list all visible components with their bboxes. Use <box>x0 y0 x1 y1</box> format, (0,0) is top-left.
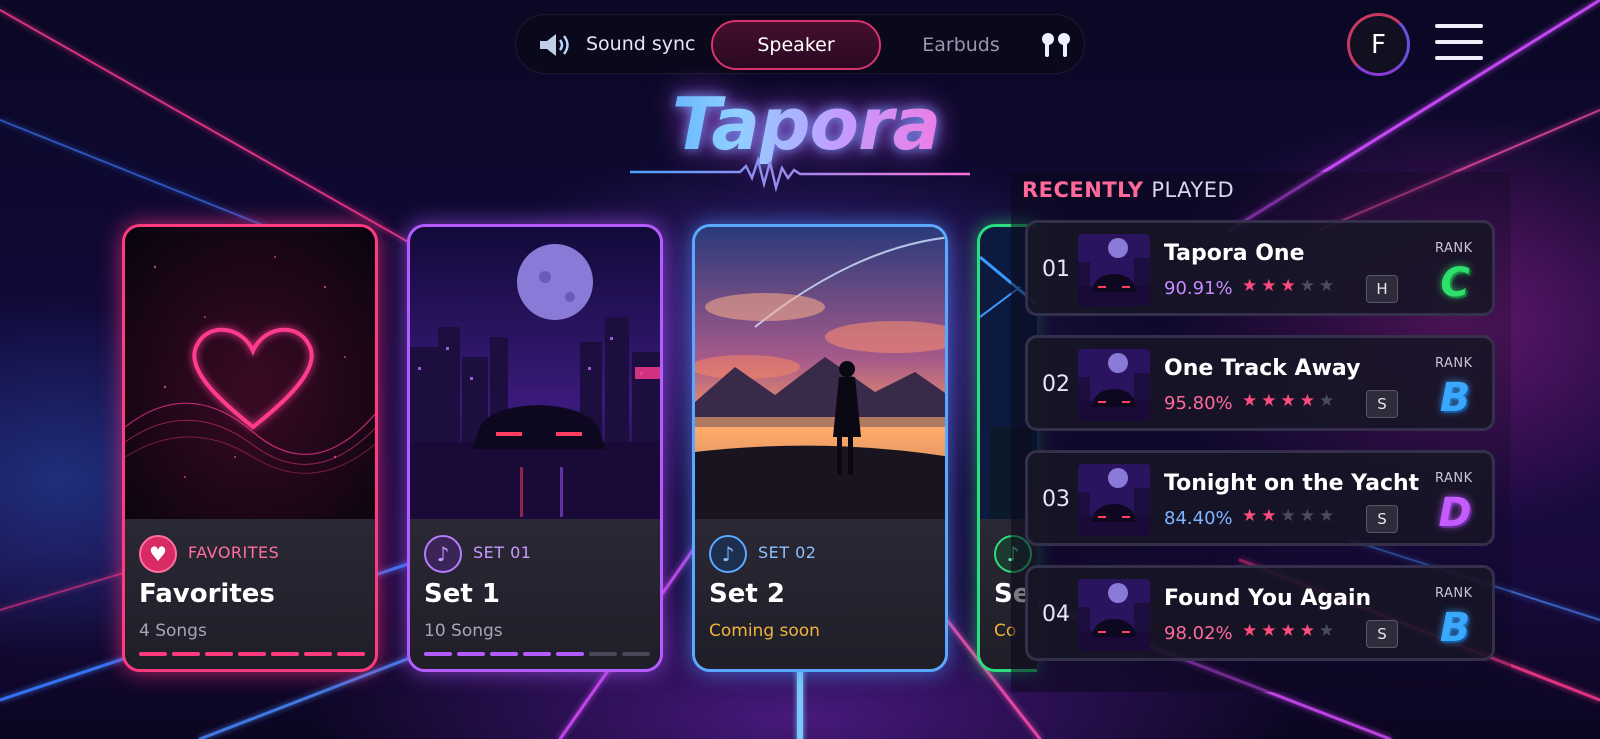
progress-bar <box>139 652 365 656</box>
rank-grade: B <box>1439 375 1471 421</box>
favorites-card[interactable]: ♥ FAVORITES Favorites 4 Songs <box>122 224 378 672</box>
star-icon: ★ <box>1261 391 1281 411</box>
card-coming-soon: Coming soon <box>709 621 820 641</box>
rank-grade: D <box>1438 490 1472 536</box>
difficulty-badge: S <box>1366 620 1398 648</box>
star-icon: ★ <box>1299 391 1319 411</box>
star-icon: ★ <box>1280 621 1300 641</box>
audio-output-toggle: Sound sync Speaker Earbuds <box>515 14 1085 74</box>
star-rating: ★★★★★ <box>1242 391 1338 411</box>
card-tag: SET 02 <box>758 543 817 562</box>
profile-avatar[interactable]: F <box>1347 13 1410 76</box>
rank-label: RANK <box>1435 356 1473 371</box>
hamburger-menu-icon[interactable] <box>1435 24 1483 64</box>
set2-card-art <box>695 227 945 519</box>
song-title: Tonight on the Yacht <box>1164 471 1420 496</box>
star-icon: ★ <box>1299 506 1319 526</box>
earbuds-icon <box>1042 33 1070 57</box>
heart-icon: ♥ <box>139 535 177 573</box>
speaker-icon[interactable] <box>538 32 572 58</box>
rank-grade: C <box>1440 260 1470 306</box>
favorites-card-art <box>125 227 375 519</box>
rank-label: RANK <box>1435 586 1473 601</box>
recent-song-row[interactable]: 01 Tapora One 90.91% ★★★★★ H RANK C <box>1025 220 1495 316</box>
star-rating: ★★★★★ <box>1242 621 1338 641</box>
song-accuracy: 95.80% <box>1164 393 1233 414</box>
difficulty-badge: S <box>1366 505 1398 533</box>
song-thumbnail <box>1078 464 1150 536</box>
app-logo: Tapora <box>610 82 990 194</box>
progress-bar <box>424 652 650 656</box>
recent-song-row[interactable]: 03 Tonight on the Yacht 84.40% ★★★★★ S RANK D <box>1025 450 1495 546</box>
card-tag: SET 01 <box>473 543 532 562</box>
music-note-icon: ♪ <box>709 535 747 573</box>
earbuds-option[interactable]: Earbuds <box>896 20 1026 70</box>
star-rating: ★★★★★ <box>1242 276 1338 296</box>
rank-label: RANK <box>1435 241 1473 256</box>
recent-song-row[interactable]: 02 One Track Away 95.80% ★★★★★ S RANK B <box>1025 335 1495 431</box>
set1-card[interactable]: ♪ SET 01 Set 1 10 Songs <box>407 224 663 672</box>
song-title: One Track Away <box>1164 356 1361 381</box>
difficulty-badge: H <box>1366 275 1398 303</box>
star-icon: ★ <box>1242 621 1262 641</box>
song-thumbnail <box>1078 579 1150 651</box>
card-title: Set 1 <box>424 579 500 609</box>
row-number: 01 <box>1042 257 1070 282</box>
card-title: Set 2 <box>709 579 785 609</box>
speaker-option[interactable]: Speaker <box>711 20 881 70</box>
difficulty-badge: S <box>1366 390 1398 418</box>
card-tag: FAVORITES <box>188 543 280 562</box>
heartbeat-wave-icon <box>630 155 970 192</box>
star-icon: ★ <box>1319 506 1339 526</box>
set2-card[interactable]: ♪ SET 02 Set 2 Coming soon <box>692 224 948 672</box>
song-accuracy: 84.40% <box>1164 508 1233 529</box>
music-note-icon: ♪ <box>424 535 462 573</box>
star-icon: ★ <box>1242 391 1262 411</box>
rank-label: RANK <box>1435 471 1473 486</box>
star-icon: ★ <box>1299 276 1319 296</box>
star-icon: ★ <box>1299 621 1319 641</box>
rank-grade: B <box>1439 605 1471 651</box>
star-icon: ★ <box>1242 506 1262 526</box>
star-icon: ★ <box>1319 276 1339 296</box>
song-thumbnail <box>1078 349 1150 421</box>
row-number: 03 <box>1042 487 1070 512</box>
song-accuracy: 90.91% <box>1164 278 1233 299</box>
star-rating: ★★★★★ <box>1242 506 1338 526</box>
set1-card-art <box>410 227 660 519</box>
star-icon: ★ <box>1280 391 1300 411</box>
song-thumbnail <box>1078 234 1150 306</box>
star-icon: ★ <box>1280 506 1300 526</box>
card-song-count: 4 Songs <box>139 621 207 641</box>
star-icon: ★ <box>1319 391 1339 411</box>
sound-sync-label[interactable]: Sound sync <box>586 33 696 55</box>
recently-played-title: RECENTLY PLAYED <box>1022 178 1235 202</box>
song-title: Found You Again <box>1164 586 1372 611</box>
star-icon: ★ <box>1242 276 1262 296</box>
card-title: Favorites <box>139 579 275 609</box>
star-icon: ★ <box>1261 506 1281 526</box>
recently-played-panel: RECENTLY PLAYED 01 Tapora One 90.91% ★★★★★ H… <box>1011 172 1511 692</box>
card-song-count: 10 Songs <box>424 621 503 641</box>
row-number: 04 <box>1042 602 1070 627</box>
star-icon: ★ <box>1261 276 1281 296</box>
star-icon: ★ <box>1319 621 1339 641</box>
song-title: Tapora One <box>1164 241 1305 266</box>
star-icon: ★ <box>1261 621 1281 641</box>
song-accuracy: 98.02% <box>1164 623 1233 644</box>
row-number: 02 <box>1042 372 1070 397</box>
star-icon: ★ <box>1280 276 1300 296</box>
recent-song-row[interactable]: 04 Found You Again 98.02% ★★★★★ S RANK B <box>1025 565 1495 661</box>
